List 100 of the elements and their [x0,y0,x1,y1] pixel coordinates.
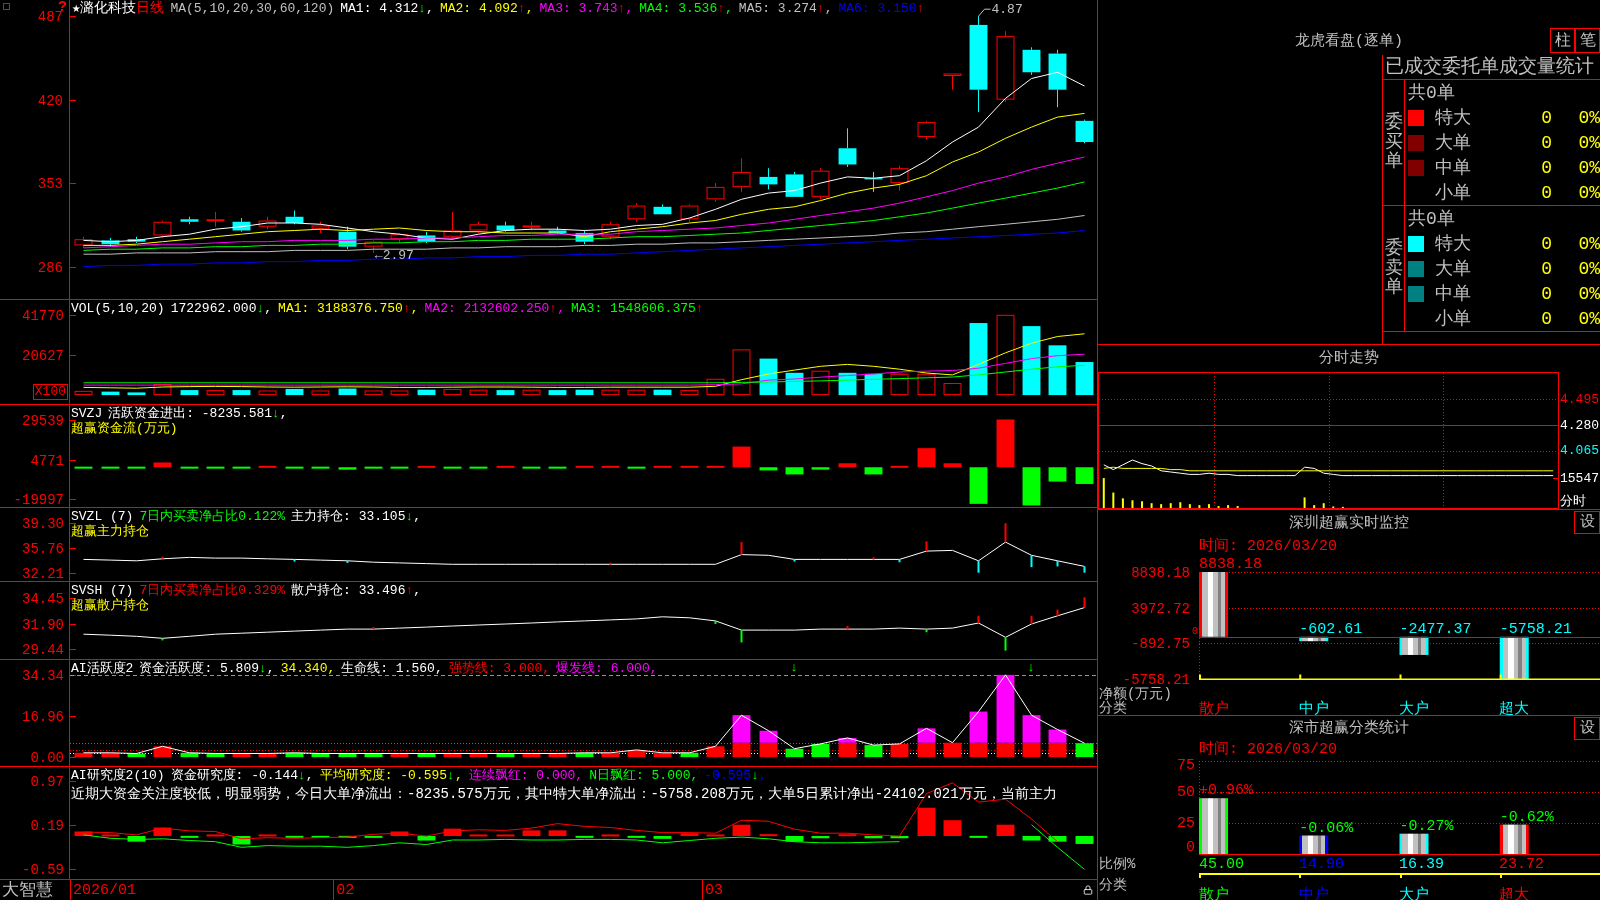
indicator-subtitle: 超赢资金流(万元) [71,421,178,436]
axis-title: 比例% [1098,857,1137,871]
indicator-title: SVZJ [71,406,103,421]
data-label: -2477.37 [1399,621,1472,637]
axis-label: 3972.72 [1131,601,1190,616]
indicator-title: VOL(5,10,20) [71,301,165,316]
axis-label: 50 [1177,784,1195,800]
order-percent: 0% [1577,259,1600,278]
axis-label: 29.44 [22,643,64,658]
order-count: 0 [1541,183,1552,202]
axis-label: 0 [1186,840,1195,855]
legend-item: 34.340, [280,661,336,676]
panel-title: 深圳超赢实时监控 [1289,515,1409,531]
axis-label: 31.90 [22,617,64,632]
axis-label: 32.21 [22,566,64,581]
legend-item: MA5: 3.274↑, [738,1,833,16]
order-count: 0 [1541,309,1552,328]
legend-item: N日飘红: 5.000, [589,768,699,783]
axis-title: 净额(万元) [1099,687,1173,701]
date-label: 03 [705,883,723,898]
category-label: 中户 [1299,701,1329,718]
price-annotation: 4.87 [991,3,1023,17]
order-size-label: 特大 [1435,234,1471,253]
legend-item: MA2: 4.092↑, [439,1,534,16]
order-total: 共0单 [1408,209,1455,228]
legend-item: 主力持仓: 33.105↓, [291,509,422,524]
order-size-label: 中单 [1435,158,1471,177]
axis-label: 35.76 [22,541,64,556]
axis-label: 34.45 [22,591,64,606]
value-label: 23.72 [1499,856,1544,873]
order-total: 共0单 [1408,83,1455,102]
axis-label: 39.30 [22,517,64,532]
legend-item: 散户持仓: 33.496↑, [291,583,422,598]
order-count: 0 [1541,133,1552,152]
date-time-label: 时间: 2026/03/20 [1199,741,1338,757]
indicator-title: SVSH (7) [71,583,134,598]
order-count: 0 [1541,158,1552,177]
order-size-label: 大单 [1435,133,1471,152]
value-label: 45.00 [1199,856,1244,873]
axis-label: -0.59 [22,863,64,878]
date-label: 2026/01 [73,883,136,898]
panel-title: 深市超赢分类统计 [1289,720,1409,736]
axis-label: 75 [1177,758,1195,773]
order-size-label: 小单 [1435,183,1471,202]
order-percent: 0% [1577,309,1600,328]
legend-item: 连续飘红: 0.000, [468,768,584,783]
ref-line-label: 0 [1192,626,1198,637]
date-time-label: 时间: 2026/03/20 [1199,538,1338,554]
legend-item: MA1: 3188376.750↑, [278,301,419,316]
indicator-subtitle: 超赢散户持仓 [71,598,149,613]
indicator-title: SVZL (7) [71,509,134,524]
order-percent: 0% [1577,108,1600,127]
order-count: 0 [1541,284,1552,303]
legend-item: 强势线: 3.000, [448,661,551,676]
legend-item: 资金活跃度: 5.809↓, [139,661,275,676]
order-percent: 0% [1577,234,1600,253]
indicator-title: AI研究度2(10) [71,768,165,783]
axis-label: 20627 [22,349,64,364]
legend-item: MA2: 2132602.250↑, [424,301,565,316]
section-label: 委卖单 [1384,238,1403,299]
axis-label: 16.96 [22,710,64,725]
signal-marker: ↓ [1027,661,1035,674]
brand-label: 大智慧 [1,881,54,899]
category-label: 超大 [1499,701,1529,718]
legend-item: MA4: 3.536↑, [639,1,733,16]
axis-label: 34.34 [22,668,64,683]
data-label: -5758.21 [1499,621,1572,637]
legend-item: 平均研究度: -0.595↓, [319,768,463,783]
data-label: -602.61 [1299,621,1363,637]
axis-label: 8838.18 [1131,565,1190,580]
indicator-subtitle: 超赢主力持仓 [71,524,149,539]
axis-label: 29539 [22,414,64,429]
axis-label: 4.280 [1560,418,1599,432]
axis-title: 分时 [1560,495,1586,508]
change-label: -0.62% [1499,809,1554,825]
axis-label: 286 [37,260,63,275]
order-size-label: 中单 [1435,284,1471,303]
value-label: 14.90 [1299,856,1344,873]
order-percent: 0% [1577,284,1600,303]
legend-item: 7日内买卖净占比0.122% [139,509,286,524]
legend-item: MA6: 3.150↑ [838,1,925,16]
axis-label: 0.19 [30,819,64,834]
axis-label: -5758.21 [1122,672,1190,687]
stock-name: ★潞化科技 [72,1,137,16]
axis-label: 4.065 [1560,444,1599,458]
axis-label: 0.00 [30,751,64,766]
indicator-label: MA(5,10,20,30,60,120) [170,1,335,16]
legend-item: 爆发线: 6.000, [556,661,658,676]
change-label: -0.06% [1299,820,1354,836]
axis-label: 41770 [22,308,64,323]
axis-label: 25 [1177,815,1195,831]
indicator-title: AI活跃度2 [71,661,134,676]
period-label: 日线 [136,1,165,16]
axis-label: 0.97 [30,775,64,790]
panel-title: 分时走势 [1319,351,1379,366]
axis-label: -892.75 [1131,636,1190,651]
order-size-label: 特大 [1435,108,1471,127]
price-annotation: ←2.97 [374,248,414,262]
value-label: 16.39 [1399,856,1444,873]
category-label: 散户 [1199,701,1229,718]
